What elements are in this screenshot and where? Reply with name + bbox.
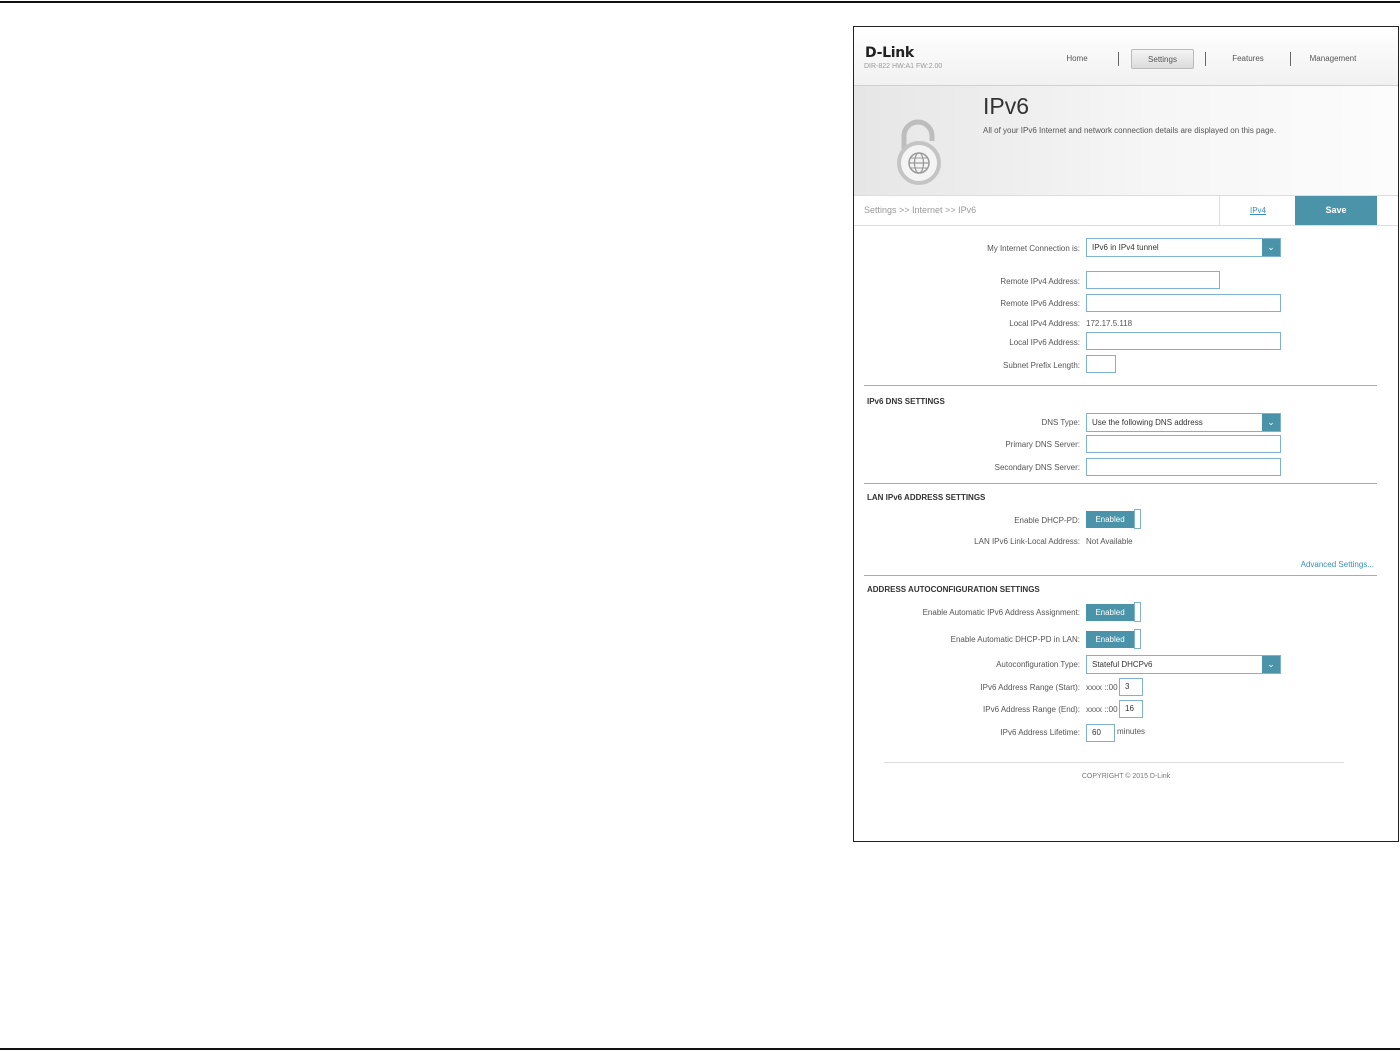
lifetime-label: IPv6 Address Lifetime: xyxy=(1000,728,1080,737)
range-start-input[interactable]: 3 xyxy=(1119,678,1143,696)
primary-dns-label: Primary DNS Server: xyxy=(1005,440,1080,449)
toggle-knob xyxy=(1134,509,1141,529)
auto-assign-label: Enable Automatic IPv6 Address Assignment… xyxy=(922,608,1080,617)
autoconf-type-select[interactable]: Stateful DHCPv6 ⌄ xyxy=(1086,655,1281,674)
page-description: All of your IPv6 Internet and network co… xyxy=(983,126,1277,135)
dlink-logo: D-Link xyxy=(865,45,914,61)
chevron-down-icon: ⌄ xyxy=(1262,656,1280,673)
subnet-prefix-label: Subnet Prefix Length: xyxy=(1003,361,1080,370)
link-local-label: LAN IPv6 Link-Local Address: xyxy=(974,537,1080,546)
dhcp-pd-toggle[interactable]: Enabled xyxy=(1086,509,1142,530)
section-divider xyxy=(864,575,1377,576)
dns-type-label: DNS Type: xyxy=(1041,418,1080,427)
nav-settings[interactable]: Settings xyxy=(1131,49,1194,69)
model-info: DIR-822 HW:A1 FW:2.00 xyxy=(864,63,943,70)
breadcrumb: Settings >> Internet >> IPv6 xyxy=(864,205,977,215)
link-local-value: Not Available xyxy=(1086,537,1133,546)
unlocked-globe-icon xyxy=(897,119,941,185)
connection-type-select[interactable]: IPv6 in IPv4 tunnel ⌄ xyxy=(1086,238,1281,257)
action-bar: Settings >> Internet >> IPv6 IPv4 Save xyxy=(854,196,1398,226)
ipv4-link[interactable]: IPv4 xyxy=(1219,196,1296,225)
toggle-knob xyxy=(1134,629,1141,649)
dns-type-value: Use the following DNS address xyxy=(1092,418,1203,427)
local-ipv6-label: Local IPv6 Address: xyxy=(1009,338,1080,347)
auto-dhcp-pd-label: Enable Automatic DHCP-PD in LAN: xyxy=(950,635,1080,644)
toggle-state: Enabled xyxy=(1086,631,1134,648)
router-ui-window: D-Link DIR-822 HW:A1 FW:2.00 Home Settin… xyxy=(853,26,1399,842)
toggle-state: Enabled xyxy=(1086,511,1134,528)
chevron-down-icon: ⌄ xyxy=(1262,414,1280,431)
auto-dhcp-pd-toggle[interactable]: Enabled xyxy=(1086,629,1142,650)
remote-ipv6-input[interactable] xyxy=(1086,294,1281,312)
primary-dns-input[interactable] xyxy=(1086,435,1281,453)
dhcp-pd-label: Enable DHCP-PD: xyxy=(1014,516,1080,525)
local-ipv6-input[interactable] xyxy=(1086,332,1281,350)
page-bottom-rule xyxy=(0,1048,1400,1050)
lifetime-unit: minutes xyxy=(1117,727,1146,736)
range-end-input[interactable]: 16 xyxy=(1119,700,1143,718)
auto-assign-toggle[interactable]: Enabled xyxy=(1086,602,1142,623)
connection-type-value: IPv6 in IPv4 tunnel xyxy=(1092,243,1159,252)
range-start-label: IPv6 Address Range (Start): xyxy=(980,683,1080,692)
nav-separator xyxy=(1118,52,1119,66)
nav-home[interactable]: Home xyxy=(1052,49,1102,69)
nav-separator xyxy=(1205,52,1206,66)
remote-ipv4-input[interactable] xyxy=(1086,271,1220,289)
toggle-state: Enabled xyxy=(1086,604,1134,621)
local-ipv4-label: Local IPv4 Address: xyxy=(1009,319,1080,328)
advanced-settings-link[interactable]: Advanced Settings... xyxy=(1301,560,1374,569)
chevron-down-icon: ⌄ xyxy=(1262,239,1280,256)
page-title: IPv6 xyxy=(983,93,1030,119)
secondary-dns-label: Secondary DNS Server: xyxy=(994,463,1080,472)
lifetime-input[interactable]: 60 xyxy=(1086,724,1115,742)
page-banner: IPv6 All of your IPv6 Internet and netwo… xyxy=(854,86,1398,196)
nav-management[interactable]: Management xyxy=(1302,49,1364,69)
copyright: COPYRIGHT © 2015 D-Link xyxy=(1081,773,1171,780)
nav-separator xyxy=(1290,52,1291,66)
section-divider xyxy=(864,483,1377,484)
range-start-prefix: xxxx ::00 xyxy=(1086,683,1118,692)
remote-ipv6-label: Remote IPv6 Address: xyxy=(1000,299,1080,308)
nav-features[interactable]: Features xyxy=(1220,49,1276,69)
subnet-prefix-input[interactable] xyxy=(1086,355,1116,373)
lan-section-title: LAN IPv6 ADDRESS SETTINGS xyxy=(867,493,986,502)
toggle-knob xyxy=(1134,602,1141,622)
local-ipv4-value: 172.17.5.118 xyxy=(1086,319,1133,328)
footer-divider xyxy=(884,762,1344,763)
dns-section-title: IPv6 DNS SETTINGS xyxy=(867,397,945,406)
autoconf-type-label: Autoconfiguration Type: xyxy=(996,660,1080,669)
remote-ipv4-label: Remote IPv4 Address: xyxy=(1000,277,1080,286)
autoconf-section-title: ADDRESS AUTOCONFIGURATION SETTINGS xyxy=(867,585,1040,594)
autoconf-type-value: Stateful DHCPv6 xyxy=(1092,660,1153,669)
secondary-dns-input[interactable] xyxy=(1086,458,1281,476)
page-top-rule xyxy=(0,1,1400,3)
top-header: D-Link DIR-822 HW:A1 FW:2.00 Home Settin… xyxy=(854,27,1398,86)
connection-type-label: My Internet Connection is: xyxy=(987,244,1080,253)
section-divider xyxy=(864,385,1377,386)
save-button[interactable]: Save xyxy=(1295,196,1377,225)
dns-type-select[interactable]: Use the following DNS address ⌄ xyxy=(1086,413,1281,432)
range-end-label: IPv6 Address Range (End): xyxy=(983,705,1080,714)
range-end-prefix: xxxx ::00 xyxy=(1086,705,1118,714)
